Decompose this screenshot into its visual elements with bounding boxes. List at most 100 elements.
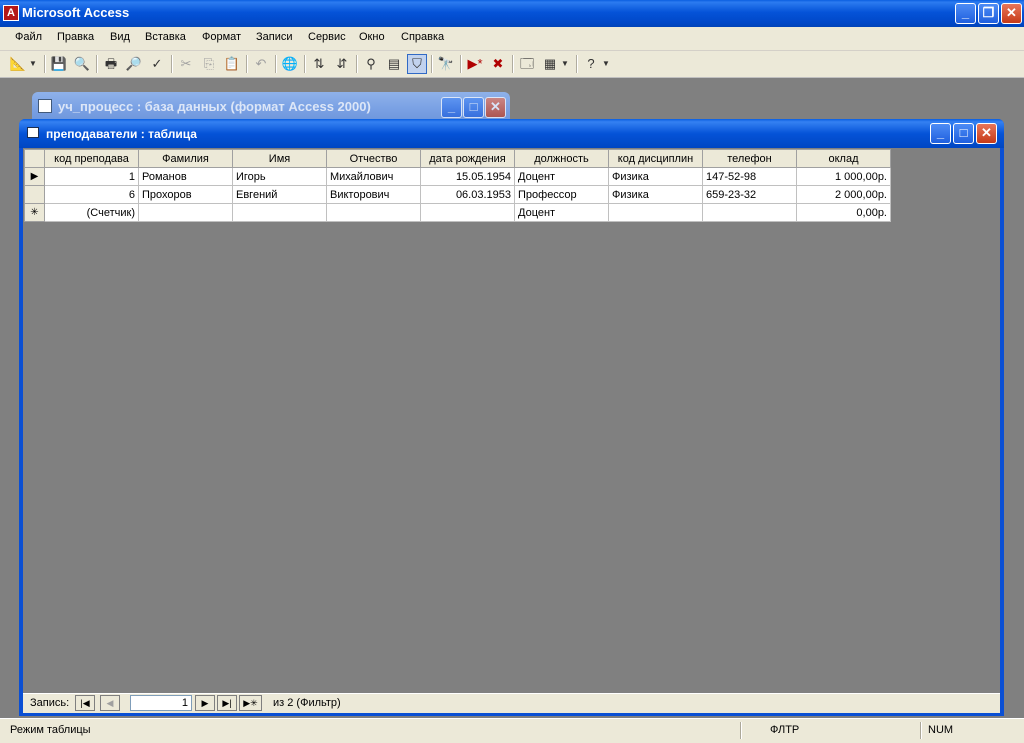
sort-ascending-icon[interactable]: ⇅	[309, 54, 329, 74]
menu-view[interactable]: Вид	[110, 31, 130, 43]
table-cell[interactable]: 2 000,00р.	[796, 185, 891, 204]
table-cell[interactable]: Евгений	[232, 185, 327, 204]
delete-record-icon[interactable]: ✖	[488, 54, 508, 74]
column-header[interactable]: оклад	[796, 149, 891, 168]
sort-descending-icon[interactable]: ⇵	[332, 54, 352, 74]
print-preview-db-icon[interactable]: 🔍	[72, 54, 92, 74]
table-cell[interactable]	[326, 203, 421, 222]
table-cell[interactable]	[608, 203, 703, 222]
table-cell[interactable]	[138, 203, 233, 222]
column-header[interactable]: Отчество	[326, 149, 421, 168]
chevron-down-icon[interactable]: ▼	[560, 54, 570, 74]
table-cell[interactable]	[232, 203, 327, 222]
db-close-button[interactable]: ✕	[485, 97, 506, 118]
table-cell[interactable]: 1	[44, 167, 139, 186]
table-cell[interactable]: Викторович	[326, 185, 421, 204]
menu-format[interactable]: Формат	[202, 31, 241, 43]
print-preview-icon[interactable]: 🔎	[124, 54, 144, 74]
table-cell[interactable]: Доцент	[514, 203, 609, 222]
table-cell[interactable]: 659-23-32	[702, 185, 797, 204]
column-header[interactable]: должность	[514, 149, 609, 168]
minimize-button[interactable]: _	[955, 3, 976, 24]
previous-record-button[interactable]: ◀	[100, 695, 120, 711]
table-cell[interactable]: Физика	[608, 185, 703, 204]
close-button[interactable]: ✕	[1001, 3, 1022, 24]
table-cell[interactable]: (Счетчик)	[44, 203, 139, 222]
print-icon[interactable]: 🖶	[101, 54, 121, 74]
undo-icon[interactable]: ↶	[251, 54, 271, 74]
new-record-nav-button[interactable]: ▶✳	[239, 695, 262, 711]
menu-tools[interactable]: Сервис	[308, 31, 346, 43]
view-design-icon[interactable]: 📐	[8, 54, 28, 74]
table-cell[interactable]: 1 000,00р.	[796, 167, 891, 186]
column-header[interactable]: Фамилия	[138, 149, 233, 168]
cut-icon[interactable]: ✂	[176, 54, 196, 74]
datasheet: код преподава Фамилия Имя Отчество дата …	[24, 149, 891, 222]
next-record-button[interactable]: ▶	[195, 695, 215, 711]
save-icon[interactable]: 💾	[49, 54, 69, 74]
spelling-icon[interactable]: ✓	[147, 54, 167, 74]
database-window[interactable]: уч_процесс : база данных (формат Access …	[32, 92, 510, 122]
menu-records[interactable]: Записи	[256, 31, 293, 43]
record-count: из 2 (Фильтр)	[273, 697, 341, 709]
table-cell[interactable]: 15.05.1954	[420, 167, 515, 186]
apply-filter-icon[interactable]: ⛉	[407, 54, 427, 74]
first-record-button[interactable]: |◀	[75, 695, 95, 711]
table-window-titlebar[interactable]: преподаватели : таблица _ □ ✕	[19, 119, 1004, 148]
access-key-icon[interactable]: A	[3, 5, 19, 21]
menu-window[interactable]: Окно	[359, 31, 385, 43]
status-bar: Режим таблицы ФЛТР NUM	[0, 718, 1024, 743]
select-all-corner[interactable]	[24, 149, 45, 168]
status-num-indicator: NUM	[928, 724, 954, 736]
record-selector[interactable]	[24, 185, 45, 204]
table-cell[interactable]: Михайлович	[326, 167, 421, 186]
menu-insert[interactable]: Вставка	[145, 31, 186, 43]
column-header[interactable]: Имя	[232, 149, 327, 168]
table-cell[interactable]: Профессор	[514, 185, 609, 204]
paste-icon[interactable]: 📋	[222, 54, 242, 74]
table-cell[interactable]	[702, 203, 797, 222]
table-cell[interactable]: Доцент	[514, 167, 609, 186]
hyperlink-icon[interactable]: 🌐	[280, 54, 300, 74]
table-minimize-button[interactable]: _	[930, 123, 951, 144]
chevron-down-icon[interactable]: ▼	[28, 54, 38, 74]
menu-edit[interactable]: Правка	[57, 31, 94, 43]
current-record-field[interactable]: 1	[130, 695, 192, 711]
help-icon[interactable]: ?	[581, 54, 601, 74]
table-cell[interactable]: 06.03.1953	[420, 185, 515, 204]
table-cell[interactable]: 0,00р.	[796, 203, 891, 222]
menu-file[interactable]: Файл	[15, 31, 42, 43]
column-header[interactable]: код преподава	[44, 149, 139, 168]
table-cell[interactable]: Романов	[138, 167, 233, 186]
column-header[interactable]: дата рождения	[420, 149, 515, 168]
table-row: 6 Прохоров Евгений Викторович 06.03.1953…	[24, 185, 891, 204]
table-row: ▶ 1 Романов Игорь Михайлович 15.05.1954 …	[24, 167, 891, 186]
chevron-down-icon[interactable]: ▼	[601, 54, 611, 74]
table-cell[interactable]: Прохоров	[138, 185, 233, 204]
database-window-icon[interactable]: 🗔	[517, 54, 537, 74]
table-cell[interactable]: 6	[44, 185, 139, 204]
menu-help[interactable]: Справка	[401, 31, 444, 43]
record-navigation-bar: Запись: |◀ ◀ 1 ▶ ▶| ▶✳ из 2 (Фильтр)	[23, 693, 1000, 713]
restore-button[interactable]: ❐	[978, 3, 999, 24]
new-record-icon[interactable]: ▶*	[465, 54, 485, 74]
table-cell[interactable]: Игорь	[232, 167, 327, 186]
table-cell[interactable]: Физика	[608, 167, 703, 186]
find-icon[interactable]: 🔭	[436, 54, 456, 74]
column-header[interactable]: телефон	[702, 149, 797, 168]
table-maximize-button[interactable]: □	[953, 123, 974, 144]
database-toolbar: 📐 ▼ 💾 🔍 🖶 🔎 ✓ ✂ ⎘ 📋 ↶ 🌐 ⇅ ⇵ ⚲ ▤ ⛉ 🔭 ▶* ✖…	[0, 51, 1024, 78]
db-maximize-button[interactable]: □	[463, 97, 484, 118]
last-record-button[interactable]: ▶|	[217, 695, 237, 711]
record-selector[interactable]: ▶	[24, 167, 45, 186]
table-cell[interactable]	[420, 203, 515, 222]
filter-by-form-icon[interactable]: ▤	[384, 54, 404, 74]
new-object-icon[interactable]: ▦	[540, 54, 560, 74]
copy-icon[interactable]: ⎘	[199, 54, 219, 74]
record-selector[interactable]: ✳	[24, 203, 45, 222]
filter-by-selection-icon[interactable]: ⚲	[361, 54, 381, 74]
table-close-button[interactable]: ✕	[976, 123, 997, 144]
column-header[interactable]: код дисциплин	[608, 149, 703, 168]
db-minimize-button[interactable]: _	[441, 97, 462, 118]
table-cell[interactable]: 147-52-98	[702, 167, 797, 186]
